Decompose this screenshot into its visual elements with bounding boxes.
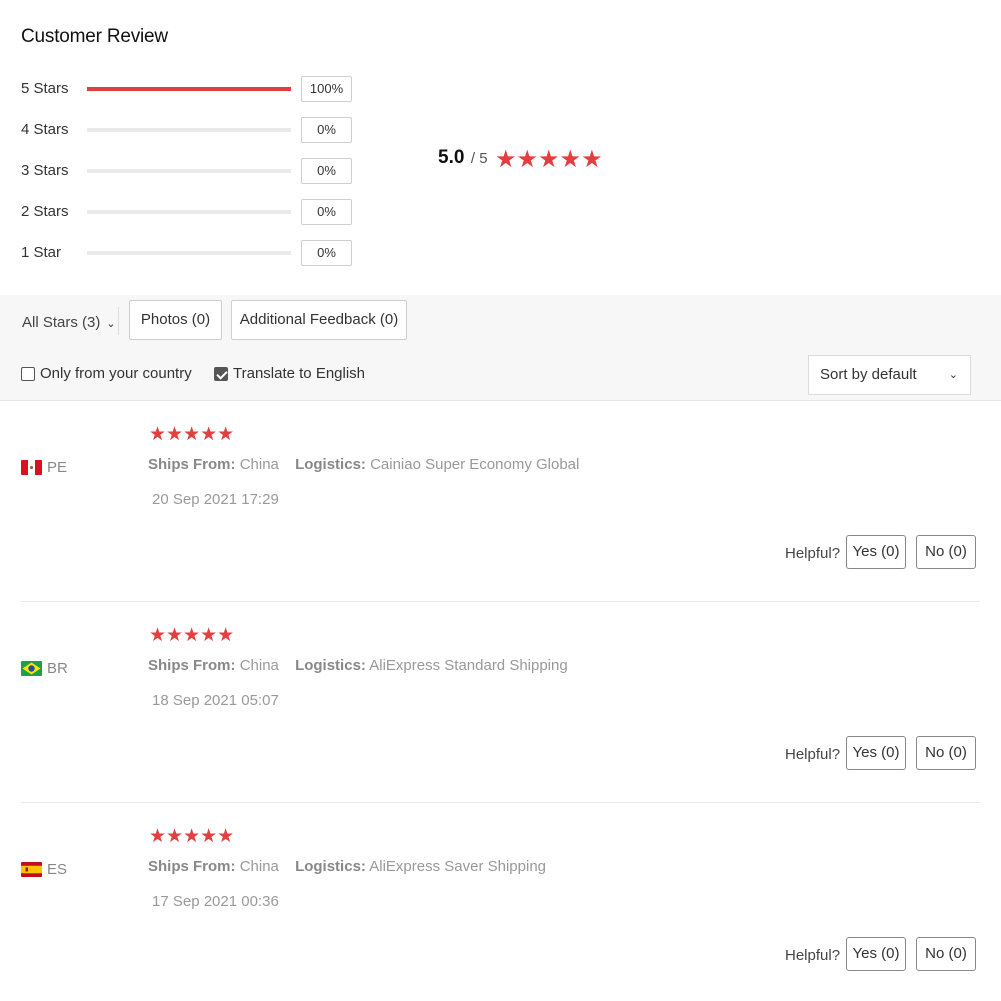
review-stars-icon: ★★★★★ bbox=[149, 826, 235, 847]
rating-label: 4 Stars bbox=[21, 121, 69, 138]
spain-flag-icon bbox=[21, 862, 42, 877]
rating-bar bbox=[87, 210, 291, 214]
average-scale: / 5 bbox=[470, 150, 488, 167]
peru-flag-icon bbox=[21, 460, 42, 475]
divider bbox=[21, 601, 980, 602]
ships-from-label: Ships From: bbox=[148, 657, 236, 674]
rating-bar bbox=[87, 87, 291, 91]
section-title: Customer Review bbox=[21, 26, 168, 47]
rating-label: 5 Stars bbox=[21, 80, 69, 97]
only-country-label[interactable]: Only from your country bbox=[40, 365, 192, 382]
helpful-label: Helpful? bbox=[785, 545, 841, 562]
helpful-no-button[interactable]: No (0) bbox=[916, 535, 976, 569]
country-code: BR bbox=[47, 660, 68, 677]
logistics-label: Logistics: bbox=[295, 858, 366, 875]
translate-label[interactable]: Translate to English bbox=[233, 365, 365, 382]
review-item: ★★★★★ BR Ships From: China Logistics: Al… bbox=[0, 603, 1001, 803]
ships-from-label: Ships From: bbox=[148, 456, 236, 473]
rating-row-5: 5 Stars 100% bbox=[21, 76, 361, 102]
sort-label: Sort by default bbox=[820, 366, 917, 383]
all-stars-dropdown[interactable]: All Stars (3) ⌄ bbox=[22, 314, 116, 331]
rating-label: 3 Stars bbox=[21, 162, 69, 179]
review-item: ★★★★★ PE Ships From: China Logistics: Ca… bbox=[0, 402, 1001, 602]
rating-percent: 0% bbox=[301, 117, 352, 143]
rating-bar bbox=[87, 128, 291, 132]
review-date: 18 Sep 2021 05:07 bbox=[152, 692, 279, 709]
ships-from-value: China bbox=[239, 858, 279, 875]
rating-row-3: 3 Stars 0% bbox=[21, 158, 361, 184]
brazil-flag-icon bbox=[21, 661, 42, 676]
rating-percent: 100% bbox=[301, 76, 352, 102]
sort-dropdown[interactable]: Sort by default ⌄ bbox=[808, 355, 971, 395]
rating-label: 2 Stars bbox=[21, 203, 69, 220]
review-item: ★★★★★ ES Ships From: China Logistics: Al… bbox=[0, 804, 1001, 1001]
chevron-down-icon: ⌄ bbox=[106, 318, 116, 330]
helpful-yes-button[interactable]: Yes (0) bbox=[846, 937, 906, 971]
divider bbox=[118, 307, 119, 335]
average-rating: 5.0 / 5 ★★★★★ bbox=[438, 147, 603, 173]
options-bar: Only from your country Translate to Engl… bbox=[0, 347, 1001, 401]
rating-row-2: 2 Stars 0% bbox=[21, 199, 361, 225]
logistics-label: Logistics: bbox=[295, 657, 366, 674]
rating-bar bbox=[87, 169, 291, 173]
filter-bar: All Stars (3) ⌄ Photos (0) Additional Fee… bbox=[0, 295, 1001, 347]
only-country-checkbox[interactable] bbox=[21, 367, 35, 381]
rating-percent: 0% bbox=[301, 158, 352, 184]
rating-label: 1 Star bbox=[21, 244, 62, 261]
review-shipping-info: Ships From: China Logistics: AliExpress … bbox=[148, 858, 546, 875]
average-value: 5.0 bbox=[438, 147, 465, 168]
country-code: ES bbox=[47, 861, 68, 878]
helpful-no-button[interactable]: No (0) bbox=[916, 937, 976, 971]
chevron-down-icon: ⌄ bbox=[948, 369, 958, 381]
review-date: 20 Sep 2021 17:29 bbox=[152, 491, 279, 508]
country-code: PE bbox=[47, 459, 68, 476]
review-shipping-info: Ships From: China Logistics: AliExpress … bbox=[148, 657, 568, 674]
ships-from-value: China bbox=[239, 456, 279, 473]
logistics-value: Cainiao Super Economy Global bbox=[370, 456, 580, 473]
rating-bar bbox=[87, 251, 291, 255]
logistics-value: AliExpress Saver Shipping bbox=[369, 858, 547, 875]
additional-feedback-button[interactable]: Additional Feedback (0) bbox=[231, 300, 407, 340]
divider bbox=[21, 802, 980, 803]
helpful-yes-button[interactable]: Yes (0) bbox=[846, 736, 906, 770]
helpful-label: Helpful? bbox=[785, 746, 841, 763]
average-stars-icon: ★★★★★ bbox=[495, 146, 603, 173]
ships-from-label: Ships From: bbox=[148, 858, 236, 875]
rating-percent: 0% bbox=[301, 199, 352, 225]
rating-percent: 0% bbox=[301, 240, 352, 266]
logistics-label: Logistics: bbox=[295, 456, 366, 473]
review-stars-icon: ★★★★★ bbox=[149, 424, 235, 445]
helpful-label: Helpful? bbox=[785, 947, 841, 964]
ships-from-value: China bbox=[239, 657, 279, 674]
helpful-no-button[interactable]: No (0) bbox=[916, 736, 976, 770]
review-shipping-info: Ships From: China Logistics: Cainiao Sup… bbox=[148, 456, 579, 473]
review-stars-icon: ★★★★★ bbox=[149, 625, 235, 646]
review-date: 17 Sep 2021 00:36 bbox=[152, 893, 279, 910]
all-stars-label: All Stars (3) bbox=[22, 314, 101, 331]
rating-row-1: 1 Star 0% bbox=[21, 240, 361, 266]
helpful-yes-button[interactable]: Yes (0) bbox=[846, 535, 906, 569]
translate-checkbox[interactable] bbox=[214, 367, 228, 381]
photos-filter-button[interactable]: Photos (0) bbox=[129, 300, 222, 340]
rating-bar-fill bbox=[87, 87, 291, 91]
logistics-value: AliExpress Standard Shipping bbox=[369, 657, 568, 674]
rating-row-4: 4 Stars 0% bbox=[21, 117, 361, 143]
